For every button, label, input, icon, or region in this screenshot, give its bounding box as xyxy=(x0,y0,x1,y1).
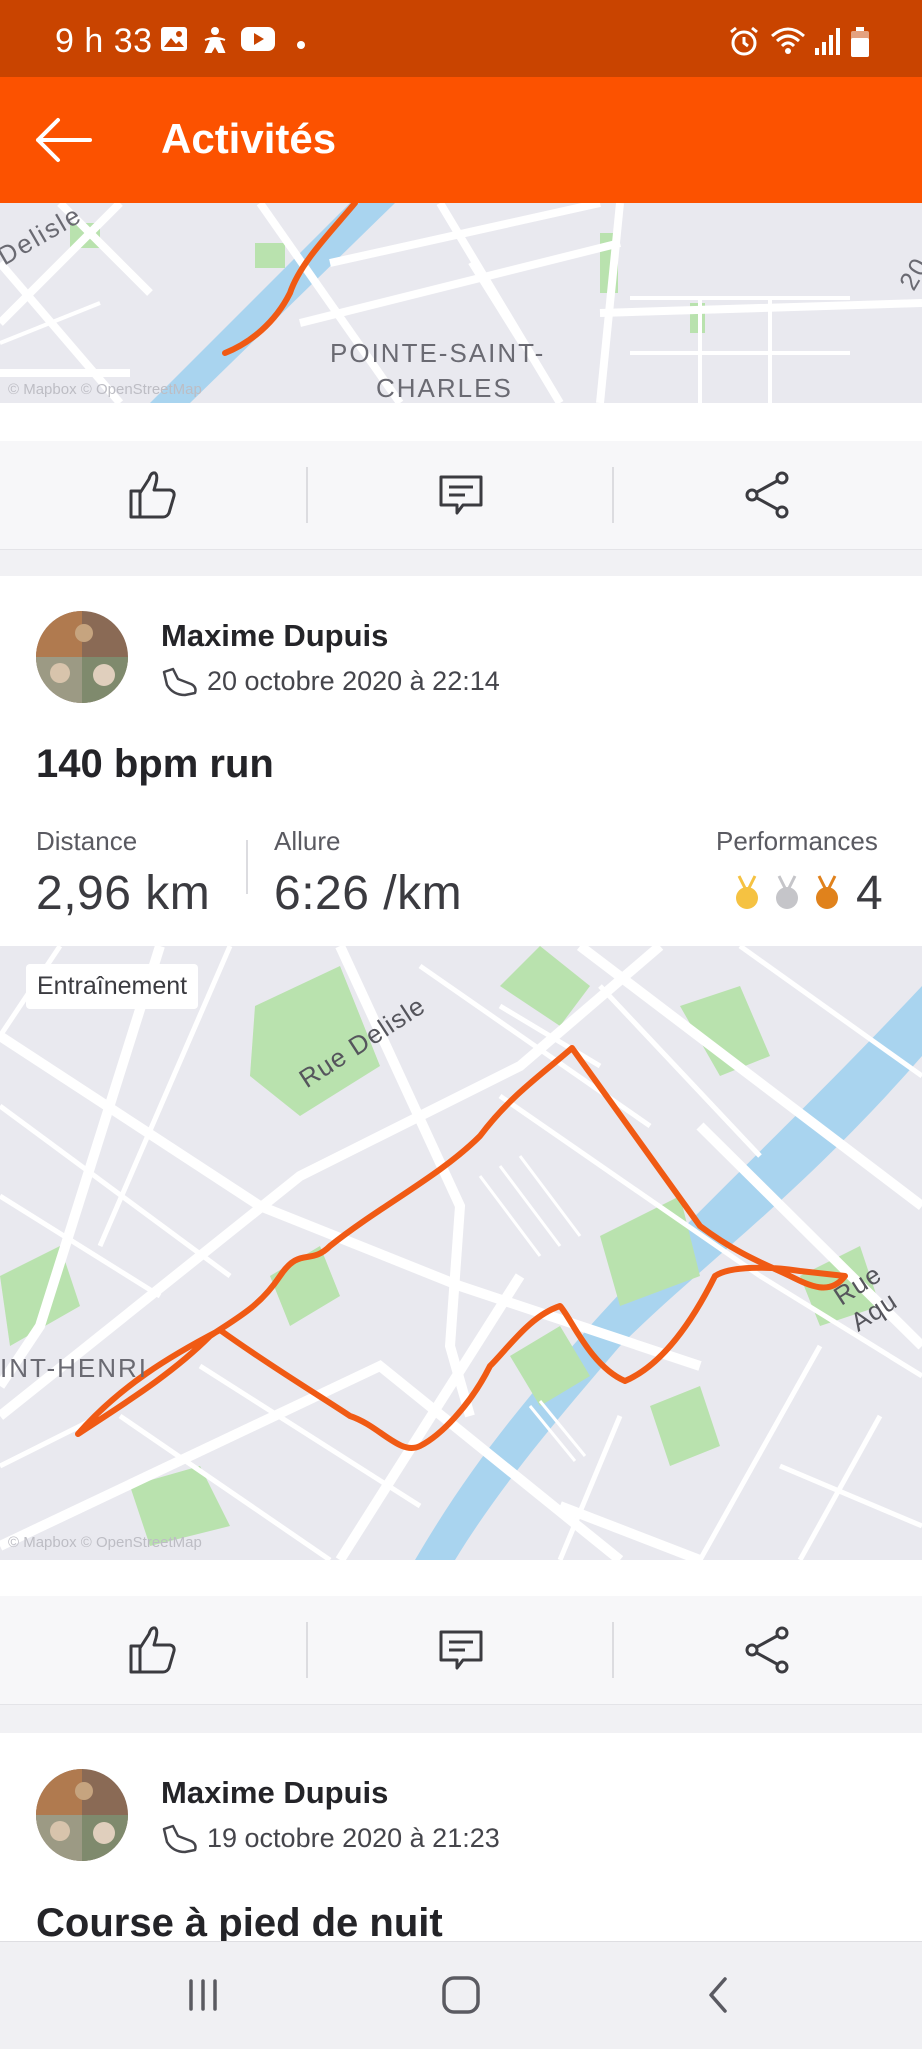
workout-badge: Entraînement xyxy=(26,964,199,1009)
activity-map-previous[interactable]: Delisle POINTE-SAINT- CHARLES 20 © Mapbo… xyxy=(0,203,922,403)
map-attribution: © Mapbox © OpenStreetMap xyxy=(8,1534,202,1551)
home-button[interactable] xyxy=(416,1960,506,2030)
share-icon xyxy=(745,471,789,519)
battery-icon xyxy=(851,27,869,57)
activity-date-text: 20 octobre 2020 à 22:14 xyxy=(207,666,500,696)
home-icon xyxy=(442,1976,480,2014)
recent-apps-button[interactable] xyxy=(158,1960,248,2030)
map-label-saint-henri: INT-HENRI xyxy=(0,1353,148,1383)
back-icon xyxy=(709,1977,727,2013)
activity-title[interactable]: 140 bpm run xyxy=(36,742,274,787)
activity-date: 20 octobre 2020 à 22:14 xyxy=(161,666,500,697)
activity-date: 19 octobre 2020 à 21:23 xyxy=(161,1823,500,1854)
activity-title[interactable]: Course à pied de nuit xyxy=(36,1901,443,1941)
thumbs-up-icon xyxy=(129,471,176,519)
app-bar: Activités xyxy=(0,77,922,203)
alarm-icon xyxy=(730,26,758,56)
system-nav-bar xyxy=(0,1941,922,2049)
avatar-photo xyxy=(36,611,128,703)
kudos-button[interactable] xyxy=(0,441,306,549)
activity-map-graphic xyxy=(0,946,922,1560)
athlete-name[interactable]: Maxime Dupuis xyxy=(161,618,388,654)
system-back-button[interactable] xyxy=(674,1960,764,2030)
wifi-icon xyxy=(771,27,805,54)
stat-divider xyxy=(246,840,248,894)
action-bar xyxy=(0,1596,922,1705)
action-bar xyxy=(0,441,922,550)
map-label-pointe: POINTE-SAINT- xyxy=(330,338,546,368)
medals-icon xyxy=(736,875,838,909)
activity-date-text: 19 octobre 2020 à 21:23 xyxy=(207,1823,500,1853)
avatar[interactable] xyxy=(36,611,128,703)
performances-label: Performances xyxy=(716,826,878,856)
shoe-icon xyxy=(162,1824,197,1853)
signal-icon xyxy=(815,28,840,55)
comment-button[interactable] xyxy=(308,441,614,549)
avatar[interactable] xyxy=(36,1769,128,1861)
activity-card[interactable]: Maxime Dupuis 19 octobre 2020 à 21:23 Co… xyxy=(0,1733,922,1941)
distance-label: Distance xyxy=(36,826,138,856)
map-spacer xyxy=(0,403,922,441)
page-title: Activités xyxy=(161,115,337,162)
back-button[interactable] xyxy=(30,105,100,175)
activity-card[interactable]: Maxime Dupuis 20 octobre 2020 à 22:14 14… xyxy=(0,576,922,946)
avatar-photo xyxy=(36,1769,128,1861)
pace-value: 6:26 /km xyxy=(274,867,463,920)
distance-value: 2,96 km xyxy=(36,867,211,920)
pace-label: Allure xyxy=(274,826,341,856)
activity-map[interactable]: Entraînement Rue Delisle Rue Aqu INT-HEN… xyxy=(0,946,922,1560)
map-attribution: © Mapbox © OpenStreetMap xyxy=(8,381,202,398)
thumbs-up-icon xyxy=(129,1626,176,1674)
share-button[interactable] xyxy=(614,1596,920,1704)
performances-count: 4 xyxy=(856,867,884,920)
accessibility-icon xyxy=(204,27,226,53)
comment-icon xyxy=(439,475,483,515)
athlete-name[interactable]: Maxime Dupuis xyxy=(161,1775,388,1811)
recent-apps-icon xyxy=(189,1979,217,2011)
arrow-left-icon xyxy=(36,118,92,162)
youtube-icon xyxy=(241,27,275,51)
status-time: 9 h 33 xyxy=(55,22,153,60)
comment-button[interactable] xyxy=(308,1596,614,1704)
dot-icon xyxy=(297,41,305,49)
map-spacer xyxy=(0,1560,922,1596)
status-bar: 9 h 33 xyxy=(0,0,922,77)
share-icon xyxy=(745,1626,789,1674)
shoe-icon xyxy=(162,667,197,696)
comment-icon xyxy=(439,1630,483,1670)
share-button[interactable] xyxy=(614,441,920,549)
map-label-charles: CHARLES xyxy=(376,373,513,403)
image-icon xyxy=(161,27,187,51)
kudos-button[interactable] xyxy=(0,1596,306,1704)
